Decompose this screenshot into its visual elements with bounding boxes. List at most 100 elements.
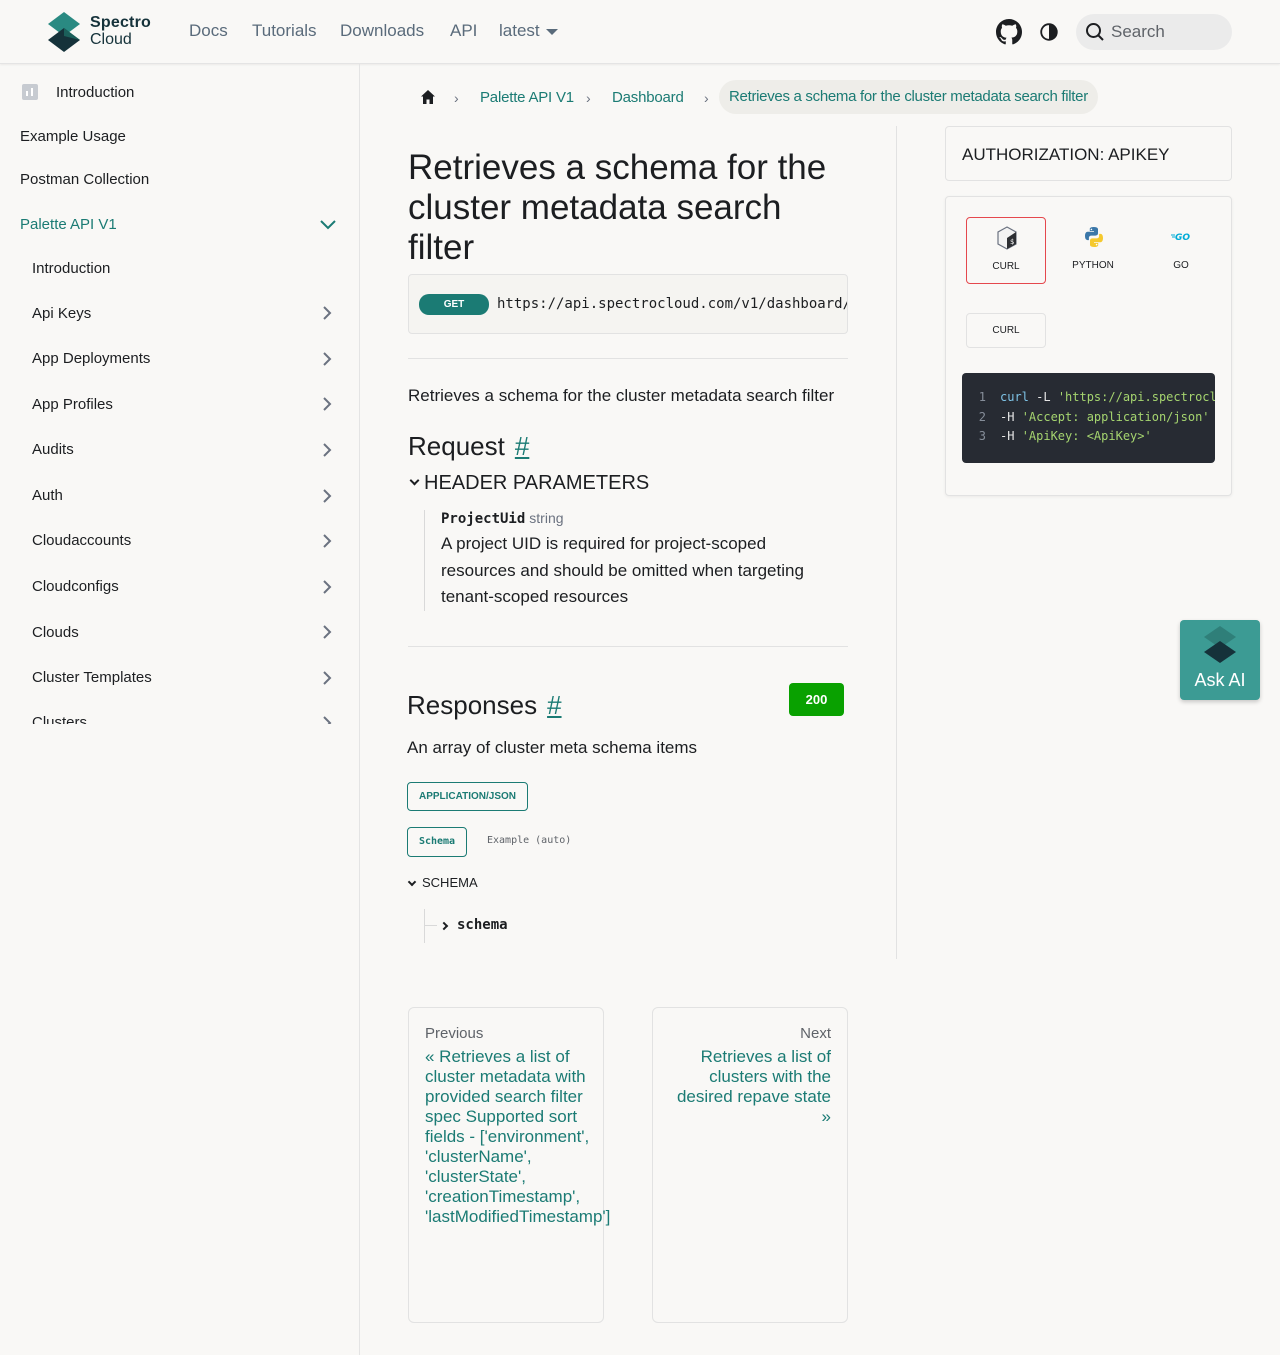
chevron-right-icon[interactable] [320, 580, 334, 594]
sidebar-item-cloudconfigs[interactable]: Cloudconfigs [32, 578, 119, 595]
logo-line-2: Cloud [90, 31, 132, 48]
mime-type-tab[interactable]: APPLICATION/JSON [407, 782, 528, 811]
nav-api-link[interactable]: API [450, 21, 477, 41]
code-sample[interactable]: 1 curl -L 'https://api.spectrocloud.com/v… [962, 373, 1215, 463]
python-icon [1085, 227, 1103, 247]
responses-anchor-link[interactable]: # [547, 690, 561, 720]
sidebar-item-auth[interactable]: Auth [32, 487, 63, 504]
sidebar-item-clusters[interactable]: Clusters [32, 714, 87, 724]
caret-down-icon [545, 28, 558, 35]
pagination-next[interactable]: Next Retrieves a list of clusters with t… [652, 1007, 848, 1323]
nav-tutorials-link[interactable]: Tutorials [252, 21, 317, 41]
ask-ai-button[interactable]: Ask AI [1180, 620, 1260, 700]
chevron-down-icon[interactable] [319, 218, 337, 232]
sidebar-item-api-keys[interactable]: Api Keys [32, 305, 91, 322]
breadcrumb-item-palette-api-v1[interactable]: Palette API V1 [480, 89, 574, 106]
chevron-right-icon[interactable] [439, 921, 449, 931]
responses-heading-text: Responses [407, 690, 538, 720]
code-token-flag: -H [1000, 410, 1022, 424]
curl-variant-tab[interactable]: CURL [966, 313, 1046, 348]
header-param: ProjectUid string A project UID is requir… [424, 510, 844, 611]
breadcrumb-separator-icon: › [586, 90, 591, 106]
sidebar-item-app-deployments[interactable]: App Deployments [32, 350, 150, 367]
schema-toggle[interactable]: SCHEMA [407, 875, 478, 890]
code-line: 3 -H 'ApiKey: <ApiKey>' [962, 429, 1152, 443]
sidebar-item-cloudaccounts[interactable]: Cloudaccounts [32, 532, 131, 549]
page-title: Retrieves a schema for the cluster metad… [408, 148, 827, 267]
lang-tab-go[interactable]: GO GO [1142, 217, 1222, 284]
status-200-tab[interactable]: 200 [789, 683, 844, 716]
responses-heading: Responses # [407, 690, 562, 721]
chevron-right-icon[interactable] [320, 306, 334, 320]
sidebar-item-audits[interactable]: Audits [32, 441, 74, 458]
lang-tab-python[interactable]: PYTHON [1054, 217, 1134, 284]
chevron-right-icon[interactable] [320, 489, 334, 503]
example-tab[interactable]: Example (auto) [487, 835, 571, 846]
sidebar-item-app-profiles[interactable]: App Profiles [32, 396, 113, 413]
sidebar: Introduction Example Usage Postman Colle… [0, 64, 360, 1355]
sidebar-item-introduction[interactable]: Introduction [56, 84, 134, 101]
chevron-right-icon[interactable] [320, 352, 334, 366]
response-description: An array of cluster meta schema items [407, 738, 698, 757]
code-token-flag: -H [1000, 429, 1022, 443]
code-samples-card: $ CURL PYTHON GO GO CURL 1 curl -L 'https… [945, 196, 1232, 496]
lang-tab-curl-label: CURL [992, 261, 1020, 272]
pagination-previous-sub: Previous [425, 1025, 484, 1042]
logo-text: Spectro Cloud [90, 14, 151, 48]
sidebar-item-palette-introduction[interactable]: Introduction [32, 260, 110, 277]
chevron-right-icon[interactable] [320, 716, 334, 724]
chevron-right-icon[interactable] [320, 625, 334, 639]
version-dropdown-label: latest [499, 21, 540, 40]
top-navbar: Spectro Cloud Docs Tutorials Downloads A… [0, 0, 1280, 64]
breadcrumb-separator-icon: › [454, 90, 459, 106]
search-icon [1086, 23, 1104, 41]
code-line: 2 -H 'Accept: application/json' [962, 410, 1210, 424]
search-placeholder: Search [1111, 22, 1165, 41]
sidebar-item-cluster-templates[interactable]: Cluster Templates [32, 669, 152, 686]
schema-field-name[interactable]: schema [457, 917, 508, 933]
sidebar-item-clouds[interactable]: Clouds [32, 624, 79, 641]
spectro-cloud-logo-mark [48, 12, 80, 52]
code-line-number: 3 [978, 429, 986, 443]
home-icon[interactable] [420, 89, 436, 105]
chevron-right-icon[interactable] [320, 671, 334, 685]
theme-toggle-icon[interactable] [1038, 21, 1060, 43]
spectro-cloud-logo-icon [1204, 626, 1236, 663]
chevron-right-icon[interactable] [320, 534, 334, 548]
param-type: string [529, 510, 564, 526]
request-anchor-link[interactable]: # [515, 431, 529, 461]
caret-down-icon [407, 877, 417, 886]
spectro-cloud-logo[interactable]: Spectro Cloud [46, 12, 158, 52]
divider [408, 646, 848, 647]
pagination-next-sub: Next [800, 1025, 831, 1042]
header-parameters-toggle[interactable]: HEADER PARAMETERS [408, 472, 649, 495]
breadcrumb-separator-icon: › [704, 90, 709, 106]
pagination-previous[interactable]: Previous « Retrieves a list of cluster m… [408, 1007, 610, 1323]
nav-downloads-link[interactable]: Downloads [340, 21, 424, 41]
sidebar-item-example-usage[interactable]: Example Usage [20, 128, 126, 145]
schema-label: SCHEMA [422, 875, 478, 890]
sidebar-scroll-area[interactable]: Introduction Example Usage Postman Colle… [0, 64, 359, 724]
sidebar-item-postman-collection[interactable]: Postman Collection [20, 171, 149, 188]
github-icon[interactable] [996, 19, 1022, 45]
chevron-right-icon[interactable] [320, 443, 334, 457]
search-input[interactable]: Search [1076, 14, 1232, 50]
chevron-right-icon[interactable] [320, 397, 334, 411]
request-heading-text: Request [408, 431, 505, 461]
header-parameters-label: HEADER PARAMETERS [424, 472, 650, 494]
nav-docs-link[interactable]: Docs [189, 21, 228, 41]
logo-line-1: Spectro [90, 14, 151, 31]
chart-icon [22, 84, 38, 100]
schema-tab[interactable]: Schema [407, 827, 467, 857]
code-line-number: 1 [978, 390, 986, 404]
endpoint-box: GET https://api.spectrocloud.com/v1/dash… [408, 274, 848, 334]
code-line-number: 2 [978, 410, 986, 424]
ask-ai-label: Ask AI [1194, 670, 1246, 690]
breadcrumb-item-dashboard[interactable]: Dashboard [612, 89, 684, 106]
pagination-next-label: Retrieves a list of clusters with the de… [676, 1047, 831, 1126]
breadcrumb-current: Retrieves a schema for the cluster metad… [719, 80, 1098, 114]
version-dropdown[interactable]: latest [499, 21, 558, 41]
code-token-command: curl [1000, 390, 1029, 404]
sidebar-section-palette-api-v1[interactable]: Palette API V1 [20, 216, 117, 233]
lang-tab-curl[interactable]: $ CURL [966, 217, 1046, 284]
